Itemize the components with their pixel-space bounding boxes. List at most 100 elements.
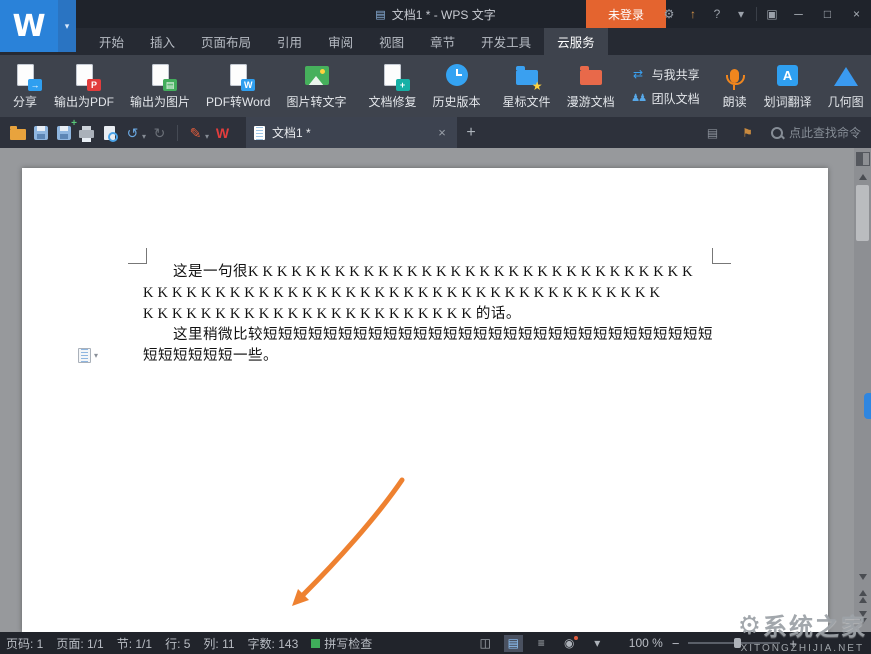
document-icon: ▤ xyxy=(375,8,385,21)
image-to-text-button[interactable]: 图片转文字 xyxy=(279,55,355,117)
view-dropdown-icon[interactable]: ▾ xyxy=(588,635,607,652)
wps-logo-caret[interactable]: ▾ xyxy=(58,0,76,52)
shared-with-me-button[interactable]: ⇄ 与我共享 xyxy=(631,66,700,83)
scroll-up-arrow[interactable] xyxy=(859,174,867,180)
zoom-value[interactable]: 100 % xyxy=(629,636,663,650)
status-column: 列: 11 xyxy=(203,635,234,652)
vertical-scrollbar[interactable] xyxy=(854,148,871,632)
highlight-pen-icon[interactable]: ✎ xyxy=(184,121,207,144)
save-icon[interactable] xyxy=(29,121,52,144)
page-view-icon[interactable]: ▤ xyxy=(504,635,523,652)
pdf-icon: P xyxy=(71,62,97,88)
wps-hotspot-icon[interactable]: W xyxy=(211,121,234,144)
roaming-docs-button[interactable]: 漫游文档 xyxy=(559,55,623,117)
read-aloud-button[interactable]: 朗读 xyxy=(714,55,756,117)
export-image-button[interactable]: ▤ 输出为图片 xyxy=(122,55,198,117)
maximize-button[interactable]: □ xyxy=(813,0,842,28)
next-page-button[interactable] xyxy=(859,611,867,624)
tab-close-icon[interactable]: × xyxy=(435,125,449,140)
document-tab-label: 文档1 * xyxy=(272,124,311,141)
share-button[interactable]: → 分享 xyxy=(4,55,46,117)
ribbon: → 分享 P 输出为PDF ▤ 输出为图片 W PDF转Word xyxy=(0,55,871,117)
login-button[interactable]: 未登录 xyxy=(586,0,666,28)
open-folder-icon[interactable] xyxy=(6,121,29,144)
tab-cloud-service[interactable]: 云服务 xyxy=(544,28,608,55)
status-word-count[interactable]: 字数: 143 xyxy=(248,635,299,652)
scrollbar-thumb[interactable] xyxy=(856,185,869,241)
text-line: 短短短短短短一些。 xyxy=(143,346,709,367)
close-button[interactable]: × xyxy=(842,0,871,28)
upgrade-icon[interactable]: ↑ xyxy=(681,0,705,28)
new-tab-button[interactable]: + xyxy=(457,117,485,148)
text-line: 这里稍微比较短短短短短短短短短短短短短短短短短短短短短短短短短短短短短短 xyxy=(143,325,709,346)
spellcheck-toggle[interactable]: 拼写检查 xyxy=(311,635,372,652)
tab-view[interactable]: 视图 xyxy=(366,28,417,55)
flag-icon[interactable]: ⚑ xyxy=(736,121,759,144)
share-small-icon: ⇄ xyxy=(631,67,646,81)
status-section: 节: 1/1 xyxy=(117,635,152,652)
save-as-icon[interactable]: + xyxy=(52,121,75,144)
wps-logo-button[interactable]: W xyxy=(0,0,58,52)
help-icon[interactable]: ? xyxy=(705,0,729,28)
paragraph-widget[interactable]: ▾ xyxy=(78,348,98,363)
previous-page-button[interactable] xyxy=(859,590,867,603)
share-icon: → xyxy=(12,62,38,88)
chevron-down-icon: ▾ xyxy=(65,21,70,32)
translate-icon: A xyxy=(775,62,801,88)
outline-view-icon[interactable]: ≡ xyxy=(532,635,551,652)
tab-references[interactable]: 引用 xyxy=(264,28,315,55)
document-text[interactable]: 这是一句很KKKKKKKKKKKKKKKKKKKKKKKKKKKKKKK KKK… xyxy=(143,262,709,367)
tab-insert[interactable]: 插入 xyxy=(137,28,188,55)
roaming-folder-icon xyxy=(578,62,604,88)
status-line: 行: 5 xyxy=(165,635,190,652)
view-mode-switcher: ◫ ▤ ≡ ◉ ▾ xyxy=(476,635,607,652)
microphone-icon xyxy=(722,62,748,88)
eye-protect-icon[interactable]: ◉ xyxy=(560,635,579,652)
task-pane-icon[interactable] xyxy=(856,152,870,166)
tab-section[interactable]: 章节 xyxy=(417,28,468,55)
read-mode-icon[interactable]: ◫ xyxy=(476,635,495,652)
zoom-slider-thumb[interactable] xyxy=(734,638,741,648)
tab-home[interactable]: 开始 xyxy=(86,28,137,55)
status-page-number: 页码: 1 xyxy=(6,635,43,652)
zoom-in-button[interactable]: + xyxy=(789,636,797,651)
geometry-button[interactable]: 几何图 xyxy=(820,55,871,117)
zoom-controls: 100 % − + xyxy=(629,636,797,651)
print-icon[interactable] xyxy=(75,121,98,144)
document-tab[interactable]: 文档1 * × xyxy=(246,117,457,148)
team-docs-button[interactable]: ♟♟ 团队文档 xyxy=(631,90,700,107)
export-pdf-button[interactable]: P 输出为PDF xyxy=(46,55,122,117)
divider xyxy=(756,7,757,21)
starred-files-button[interactable]: ★ 星标文件 xyxy=(495,55,559,117)
statusbar: 页码: 1 页面: 1/1 节: 1/1 行: 5 列: 11 字数: 143 … xyxy=(0,632,871,654)
menu-tab-row: 开始 插入 页面布局 引用 审阅 视图 章节 开发工具 云服务 xyxy=(0,28,871,55)
wps-window: W ▾ ▤ 文档1 * - WPS 文字 未登录 ⚙ ↑ ? ▾ ▣ ─ □ ×… xyxy=(0,0,871,654)
settings-icon[interactable]: ⚙ xyxy=(657,0,681,28)
undo-icon[interactable]: ↺ xyxy=(121,121,144,144)
share-team-stack: ⇄ 与我共享 ♟♟ 团队文档 xyxy=(623,55,708,117)
pdf-to-word-button[interactable]: W PDF转Word xyxy=(198,55,278,117)
paragraph-widget-icon xyxy=(78,348,91,363)
spellcheck-icon xyxy=(311,639,320,648)
switch-window-icon[interactable]: ▤ xyxy=(701,121,724,144)
titlebar: W ▾ ▤ 文档1 * - WPS 文字 未登录 ⚙ ↑ ? ▾ ▣ ─ □ × xyxy=(0,0,871,28)
tab-developer[interactable]: 开发工具 xyxy=(468,28,544,55)
tab-page-layout[interactable]: 页面布局 xyxy=(188,28,264,55)
zoom-slider[interactable] xyxy=(688,642,780,644)
scroll-down-arrow[interactable] xyxy=(859,574,867,580)
translate-button[interactable]: A 划词翻译 xyxy=(756,55,820,117)
document-page[interactable]: 这是一句很KKKKKKKKKKKKKKKKKKKKKKKKKKKKKKK KKK… xyxy=(22,168,828,632)
minimize-button[interactable]: ─ xyxy=(784,0,813,28)
history-version-button[interactable]: 历史版本 xyxy=(425,55,489,117)
chevron-down-icon[interactable]: ▾ xyxy=(729,0,753,28)
ribbon-toggle-icon[interactable]: ▣ xyxy=(760,0,784,28)
zoom-out-button[interactable]: − xyxy=(672,636,680,651)
side-panel-handle[interactable] xyxy=(864,393,871,419)
command-search-input[interactable]: 点此查找命令 xyxy=(771,124,861,141)
tab-review[interactable]: 审阅 xyxy=(315,28,366,55)
redo-icon[interactable]: ↻ xyxy=(148,121,171,144)
doc-repair-button[interactable]: + 文档修复 xyxy=(361,55,425,117)
print-preview-icon[interactable] xyxy=(98,121,121,144)
titlebar-right-controls: ⚙ ↑ ? ▾ ▣ ─ □ × xyxy=(657,0,871,28)
pdf-to-word-icon: W xyxy=(225,62,251,88)
